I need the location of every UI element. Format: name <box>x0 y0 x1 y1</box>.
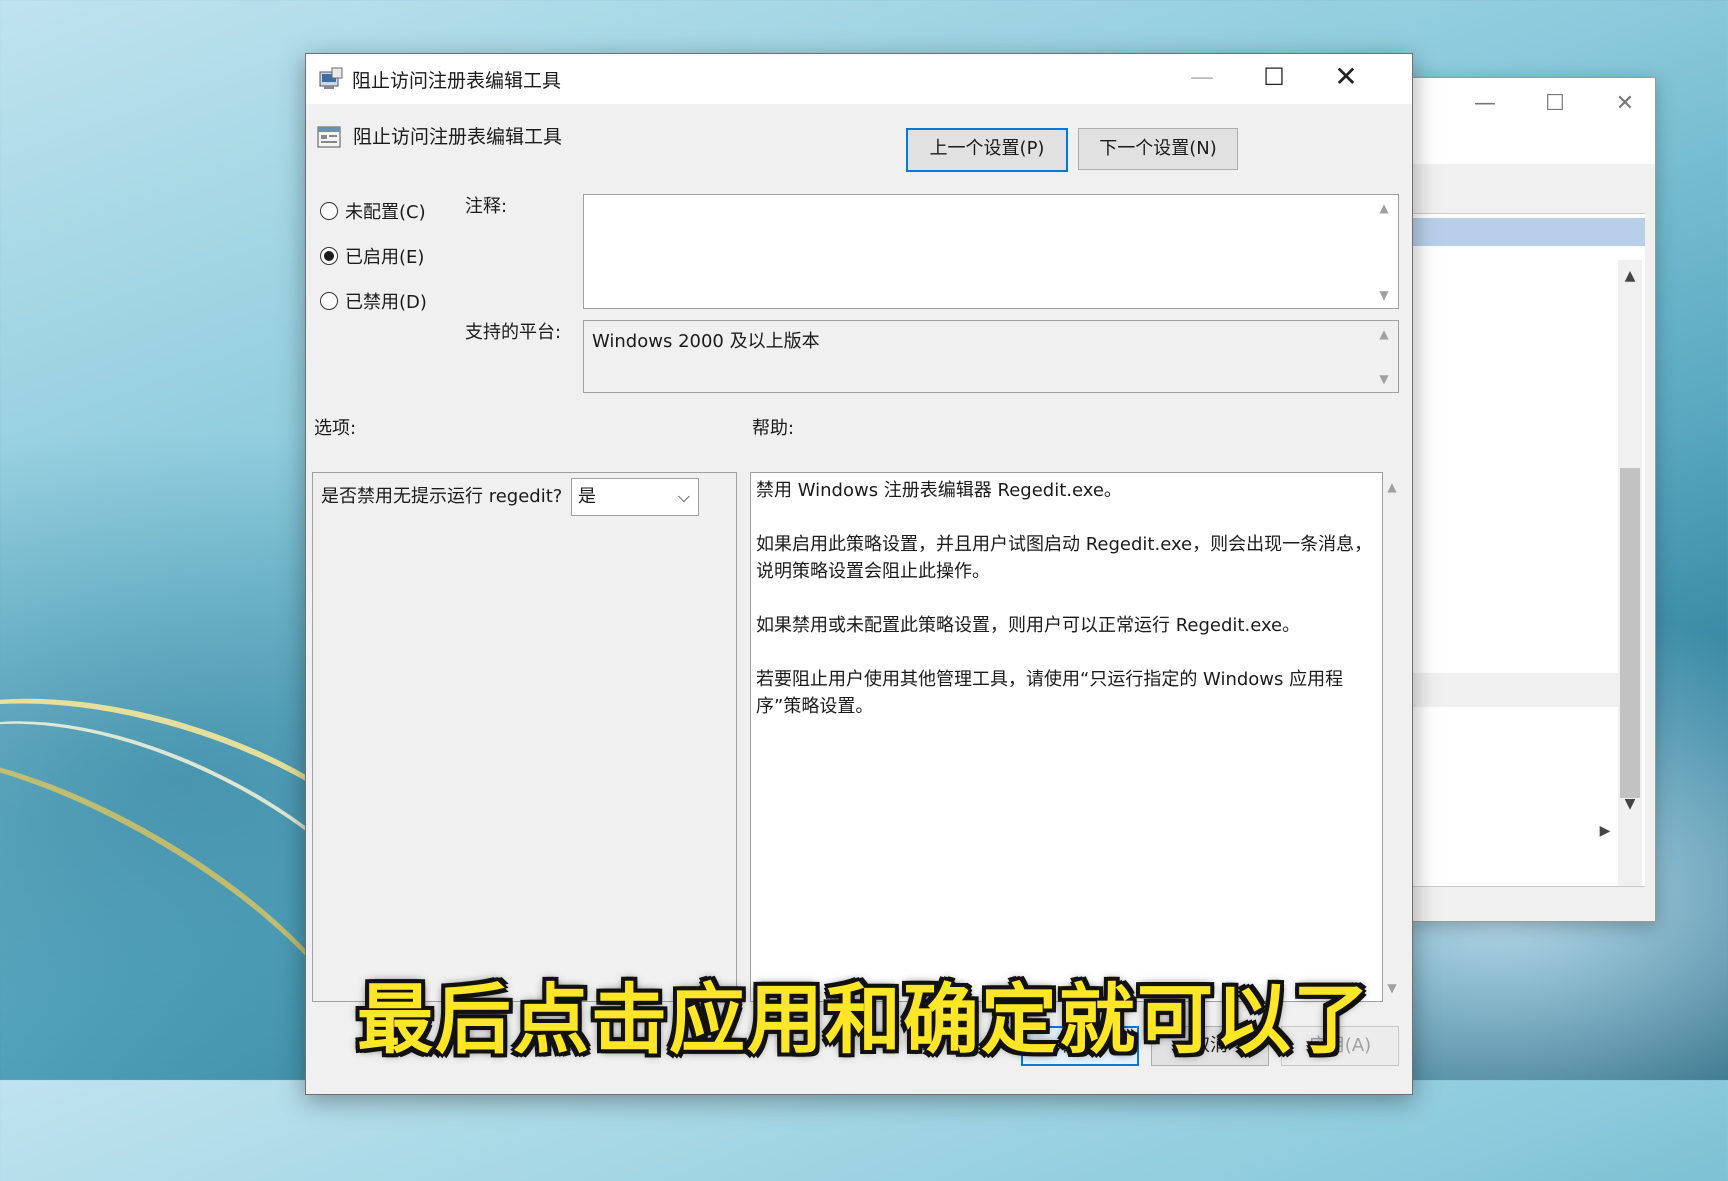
minimize-button[interactable]: — <box>1166 54 1238 100</box>
help-panel[interactable]: 禁用 Windows 注册表编辑器 Regedit.exe。 如果启用此策略设置… <box>750 472 1383 1002</box>
scroll-up-icon[interactable]: ▲ <box>1618 268 1642 284</box>
maximize-icon[interactable]: ☐ <box>1535 86 1575 122</box>
radio-circle-icon[interactable] <box>320 292 338 310</box>
radio-label: 未配置(C) <box>345 202 426 223</box>
scrollbar-thumb[interactable] <box>1620 468 1640 798</box>
scroll-right-icon[interactable]: ▶ <box>1593 823 1617 839</box>
help-label: 帮助: <box>752 418 795 439</box>
selected-row[interactable] <box>1413 218 1645 246</box>
radio-circle-icon[interactable] <box>320 202 338 220</box>
dialog-title: 阻止访问注册表编辑工具 <box>352 70 562 92</box>
status-bar <box>1413 886 1645 921</box>
close-icon[interactable]: ✕ <box>1605 86 1645 122</box>
help-paragraph: 禁用 Windows 注册表编辑器 Regedit.exe。 <box>756 480 1122 501</box>
radio-label: 已启用(E) <box>345 247 425 268</box>
options-label: 选项: <box>314 418 357 439</box>
option-dropdown[interactable]: 是 ⌵ <box>571 478 699 516</box>
comment-label: 注释: <box>465 196 508 217</box>
maximize-button[interactable]: ☐ <box>1238 54 1310 100</box>
radio-not-configured[interactable]: 未配置(C) <box>320 198 426 224</box>
highlighted-row[interactable] <box>1413 673 1618 707</box>
platform-value: Windows 2000 及以上版本 <box>592 331 820 352</box>
platform-field: Windows 2000 及以上版本 ▲ ▼ <box>583 320 1399 393</box>
scroll-up-icon[interactable]: ▲ <box>1376 327 1392 341</box>
help-paragraph: 若要阻止用户使用其他管理工具，请使用“只运行指定的 Windows 应用程序”策… <box>756 669 1344 717</box>
background-window[interactable]: — ☐ ✕ ▲ ▼ ▶ <box>1412 77 1656 922</box>
background-window-titlebar[interactable]: — ☐ ✕ <box>1413 78 1655 164</box>
option-question: 是否禁用无提示运行 regedit? <box>321 486 563 507</box>
policy-app-icon <box>319 67 343 89</box>
video-subtitle: 最后点击应用和确定就可以了 <box>357 975 1371 1064</box>
dialog-titlebar[interactable]: 阻止访问注册表编辑工具 — ☐ ✕ <box>306 54 1412 104</box>
option-selected-value: 是 <box>578 486 596 507</box>
radio-label: 已禁用(D) <box>345 292 427 313</box>
help-text: 禁用 Windows 注册表编辑器 Regedit.exe。 如果启用此策略设置… <box>756 477 1376 747</box>
scroll-up-icon[interactable]: ▲ <box>1376 201 1392 215</box>
scroll-down-icon[interactable]: ▼ <box>1618 796 1642 812</box>
scroll-down-icon[interactable]: ▼ <box>1376 288 1392 302</box>
minimize-icon[interactable]: — <box>1465 86 1505 122</box>
platform-label: 支持的平台: <box>465 322 562 343</box>
options-panel: 是否禁用无提示运行 regedit? 是 ⌵ <box>312 472 737 1002</box>
next-setting-button[interactable]: 下一个设置(N) <box>1078 128 1238 170</box>
comment-textarea[interactable]: ▲ ▼ <box>583 194 1399 309</box>
help-paragraph: 如果禁用或未配置此策略设置，则用户可以正常运行 Regedit.exe。 <box>756 615 1301 636</box>
scroll-up-icon[interactable]: ▲ <box>1384 480 1400 494</box>
policy-setting-icon <box>317 126 341 148</box>
setting-name: 阻止访问注册表编辑工具 <box>353 126 563 148</box>
previous-setting-button[interactable]: 上一个设置(P) <box>906 128 1068 172</box>
radio-selected-icon[interactable] <box>320 247 338 265</box>
close-button[interactable]: ✕ <box>1310 54 1382 100</box>
scroll-down-icon[interactable]: ▼ <box>1376 372 1392 386</box>
radio-enabled[interactable]: 已启用(E) <box>320 243 424 269</box>
background-list-pane[interactable] <box>1413 213 1645 904</box>
chevron-down-icon[interactable]: ⌵ <box>678 479 690 515</box>
policy-setting-dialog[interactable]: 阻止访问注册表编辑工具 — ☐ ✕ 阻止访问注册表编辑工具 上一个设置(P) 下… <box>305 53 1413 1095</box>
radio-disabled[interactable]: 已禁用(D) <box>320 288 427 314</box>
help-paragraph: 如果启用此策略设置，并且用户试图启动 Regedit.exe，则会出现一条消息，… <box>756 534 1373 582</box>
